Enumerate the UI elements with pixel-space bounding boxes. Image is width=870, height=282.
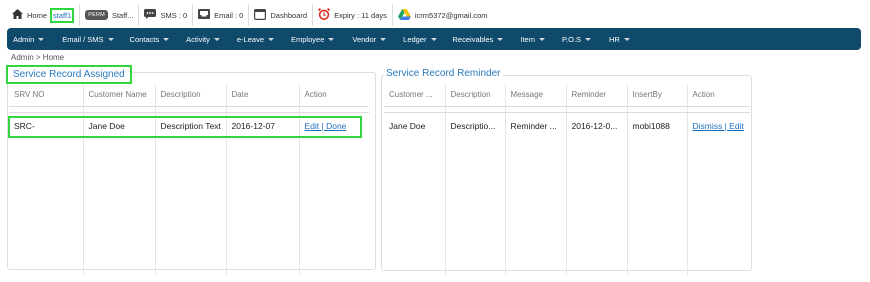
staff-label: Staff... xyxy=(111,10,134,20)
edit-done-link[interactable]: Edit | Done xyxy=(305,121,347,131)
empty-rows xyxy=(9,140,369,275)
cell-customer: Jane Doe xyxy=(384,112,446,140)
nav-label: Receivables xyxy=(452,34,494,44)
caret-down-icon xyxy=(497,37,504,41)
google-drive-icon xyxy=(397,8,411,22)
assigned-title-box: Service Record Assigned xyxy=(6,65,132,84)
account-email: icrm5372@gmail.com xyxy=(414,10,488,20)
empty-rows xyxy=(384,140,750,275)
reminder-panel-title: Service Record Reminder xyxy=(386,68,501,79)
top-toolbar: Home staff1 PERM Staff... SMS : 0 Email … xyxy=(8,4,493,26)
col-srv-no[interactable]: SRV NO xyxy=(9,84,84,106)
nav-item[interactable]: Item xyxy=(520,35,545,44)
nav-label: Activity xyxy=(186,34,210,44)
nav-eleave[interactable]: e-Leave xyxy=(236,34,275,44)
email-item[interactable]: Email : 0 xyxy=(193,4,250,26)
inbox-icon xyxy=(198,9,211,21)
cell-message: Reminder ... xyxy=(505,112,567,140)
cell-description: Descriptio... xyxy=(445,112,506,140)
home-label: Home xyxy=(27,10,48,20)
table-header: Customer ... Description Message Reminde… xyxy=(384,84,750,106)
breadcrumb: Admin > Home xyxy=(11,53,65,62)
col-action[interactable]: Action xyxy=(687,84,750,106)
col-insert-by[interactable]: InsertBy xyxy=(627,84,688,106)
main-nav: Admin Email / SMS Contacts Activity e-Le… xyxy=(7,28,861,50)
col-reminder[interactable]: Reminder xyxy=(566,84,628,106)
caret-down-icon xyxy=(328,37,335,41)
nav-label: Email / SMS xyxy=(62,34,104,44)
nav-vendor[interactable]: Vendor xyxy=(352,34,387,44)
chat-bubble-icon xyxy=(144,9,157,21)
staff-link[interactable]: staff1 xyxy=(50,7,75,23)
caret-down-icon xyxy=(538,37,545,41)
nav-label: Ledger xyxy=(403,34,427,44)
col-customer-name[interactable]: Customer Name xyxy=(83,84,156,106)
expiry-item[interactable]: Expiry : 11 days xyxy=(313,4,393,26)
cell-reminder: 2016-12-0... xyxy=(566,112,628,140)
nav-pos[interactable]: P.O.S xyxy=(561,34,592,44)
col-description[interactable]: Description xyxy=(155,84,227,106)
col-description[interactable]: Description xyxy=(445,84,506,106)
dismiss-edit-link[interactable]: Dismiss | Edit xyxy=(693,121,744,131)
account-item[interactable]: icrm5372@gmail.com xyxy=(393,4,493,26)
assigned-panel-title: Service Record Assigned xyxy=(13,69,125,80)
col-customer[interactable]: Customer ... xyxy=(384,84,446,106)
alarm-clock-icon xyxy=(317,7,331,22)
table-row[interactable]: Jane Doe Descriptio... Reminder ... 2016… xyxy=(384,112,750,140)
cell-action: Dismiss | Edit xyxy=(687,112,750,140)
caret-down-icon xyxy=(163,37,170,41)
expiry-label: Expiry : 11 days xyxy=(334,10,387,20)
caret-down-icon xyxy=(38,37,45,41)
email-label: Email : 0 xyxy=(214,10,244,20)
nav-label: Admin xyxy=(13,34,35,44)
cell-action: Edit | Done xyxy=(299,112,369,140)
nav-activity[interactable]: Activity xyxy=(186,35,220,44)
nav-employee[interactable]: Employee xyxy=(291,34,335,44)
nav-receivables[interactable]: Receivables xyxy=(453,35,504,44)
nav-label: P.O.S xyxy=(561,34,582,44)
col-action[interactable]: Action xyxy=(299,84,369,106)
table-row[interactable]: SRC- Jane Doe Description Text 2016-12-0… xyxy=(9,112,369,140)
caret-down-icon xyxy=(623,37,630,41)
col-message[interactable]: Message xyxy=(505,84,567,106)
col-date[interactable]: Date xyxy=(226,84,300,106)
cell-date: 2016-12-07 xyxy=(226,112,300,140)
cell-srv-no: SRC- xyxy=(9,112,84,140)
cell-description: Description Text xyxy=(155,112,227,140)
sms-label: SMS : 0 xyxy=(160,10,188,20)
assigned-table: SRV NO Customer Name Description Date Ac… xyxy=(9,84,369,275)
dashboard-item[interactable]: Dashboard xyxy=(249,4,314,26)
window-icon xyxy=(254,8,267,22)
nav-label: e-Leave xyxy=(236,34,265,44)
perm-badge: PERM xyxy=(85,10,108,20)
nav-label: Vendor xyxy=(352,34,377,44)
reminder-title-box: Service Record Reminder xyxy=(384,68,503,82)
nav-label: HR xyxy=(609,34,620,44)
table-header: SRV NO Customer Name Description Date Ac… xyxy=(9,84,369,106)
nav-email-sms[interactable]: Email / SMS xyxy=(62,34,114,44)
caret-down-icon xyxy=(380,37,387,41)
reminder-table: Customer ... Description Message Reminde… xyxy=(384,84,750,275)
nav-contacts[interactable]: Contacts xyxy=(130,35,170,44)
home-icon xyxy=(12,9,23,21)
dashboard-label: Dashboard xyxy=(270,10,308,20)
nav-ledger[interactable]: Ledger xyxy=(403,34,437,44)
cell-customer: Jane Doe xyxy=(83,112,156,140)
staff-permission-item[interactable]: PERM Staff... xyxy=(80,4,140,26)
caret-down-icon xyxy=(585,37,592,41)
nav-label: Item xyxy=(520,34,535,44)
caret-down-icon xyxy=(107,37,114,41)
nav-label: Employee xyxy=(291,34,325,44)
caret-down-icon xyxy=(213,37,220,41)
cell-insert-by: mobi1088 xyxy=(627,112,688,140)
nav-hr[interactable]: HR xyxy=(609,35,630,44)
caret-down-icon xyxy=(430,37,437,41)
nav-admin[interactable]: Admin xyxy=(13,34,45,44)
caret-down-icon xyxy=(268,37,275,41)
nav-label: Contacts xyxy=(129,34,160,44)
home-item[interactable]: Home staff1 xyxy=(8,4,81,26)
sms-item[interactable]: SMS : 0 xyxy=(139,4,194,26)
